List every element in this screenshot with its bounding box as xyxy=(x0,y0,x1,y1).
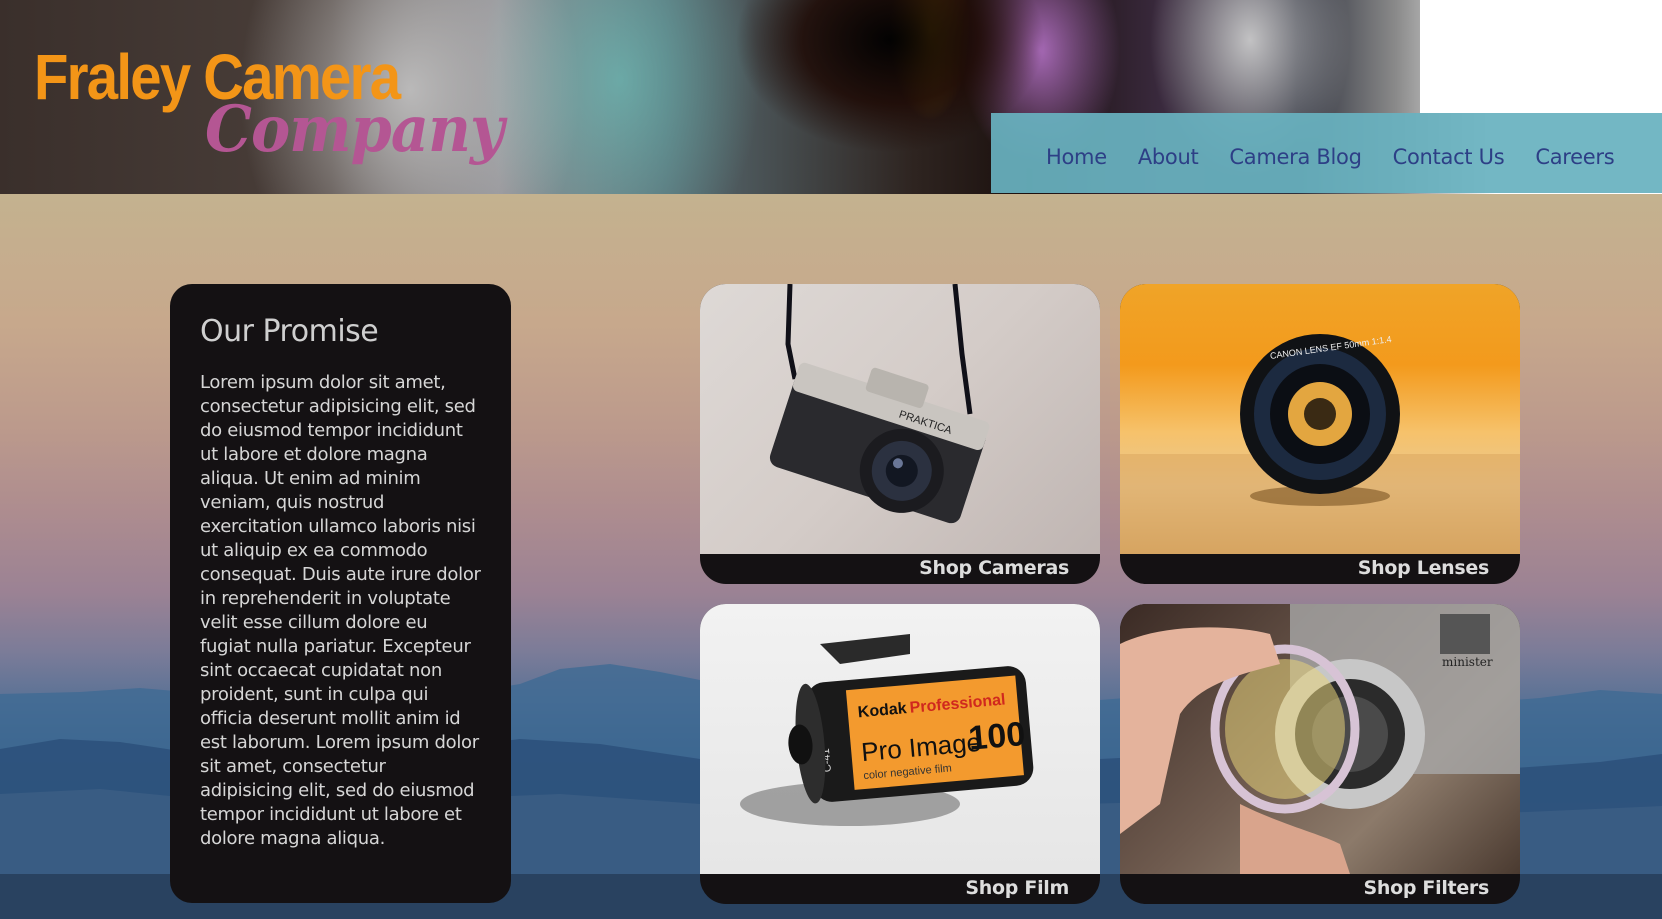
site-logo[interactable]: Fraley Camera Company xyxy=(0,0,520,190)
lens-photo: CANON LENS EF 50mm 1:1.4 xyxy=(1120,284,1520,554)
filter-camera-text: minister xyxy=(1442,655,1493,669)
nav-home[interactable]: Home xyxy=(1046,145,1107,169)
shop-cameras-tile[interactable]: PRAKTICA Shop Cameras xyxy=(700,284,1100,584)
promise-title: Our Promise xyxy=(200,314,379,349)
nav-careers[interactable]: Careers xyxy=(1535,145,1614,169)
promise-body: Lorem ipsum dolor sit amet, consectetur … xyxy=(200,372,481,849)
camera-photo: PRAKTICA xyxy=(700,284,1100,554)
lens-illustration: CANON LENS EF 50mm 1:1.4 xyxy=(1120,334,1520,554)
camera-illustration: PRAKTICA xyxy=(769,284,990,524)
header-background xyxy=(1420,0,1662,113)
shop-film-label: Shop Film xyxy=(965,877,1069,899)
promise-card: Our Promise Lorem ipsum dolor sit amet, … xyxy=(170,284,511,903)
shop-lenses-tile[interactable]: CANON LENS EF 50mm 1:1.4 Shop Lenses xyxy=(1120,284,1520,584)
film-iso-text: 100 xyxy=(967,715,1027,758)
film-photo: Kodak Professional Pro Image 100 color n… xyxy=(700,604,1100,874)
shop-film-tile[interactable]: Kodak Professional Pro Image 100 color n… xyxy=(700,604,1100,904)
main-nav: Home About Camera Blog Contact Us Career… xyxy=(991,113,1662,193)
film-illustration: Kodak Professional Pro Image 100 color n… xyxy=(740,634,1034,826)
logo-text-line2: Company xyxy=(205,92,504,167)
filter-illustration: minister xyxy=(1120,604,1520,874)
main-content: Our Promise Lorem ipsum dolor sit amet, … xyxy=(0,194,1662,919)
site-header: Fraley Camera Company Home About Camera … xyxy=(0,0,1662,194)
shop-filters-label: Shop Filters xyxy=(1363,877,1489,899)
shop-lenses-label: Shop Lenses xyxy=(1357,557,1490,579)
nav-camera-blog[interactable]: Camera Blog xyxy=(1229,145,1362,169)
nav-contact-us[interactable]: Contact Us xyxy=(1393,145,1505,169)
nav-about[interactable]: About xyxy=(1138,145,1199,169)
filter-photo: minister xyxy=(1120,604,1520,874)
shop-cameras-label: Shop Cameras xyxy=(919,557,1069,579)
shop-filters-tile[interactable]: minister Shop Filters xyxy=(1120,604,1520,904)
